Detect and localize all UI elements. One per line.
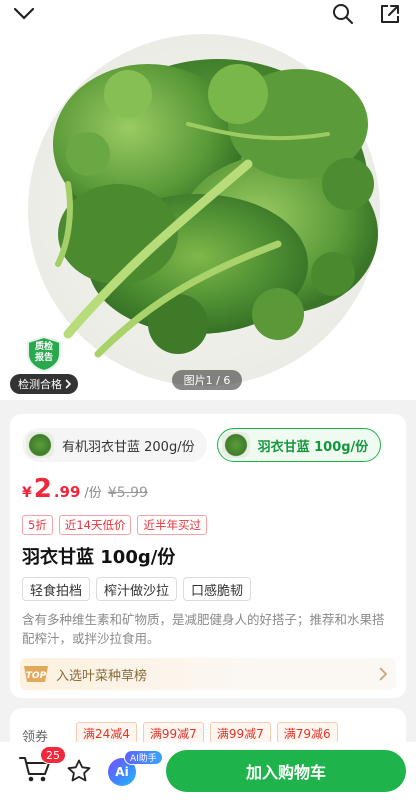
variant-label: 有机羽衣甘蓝 200g/份 [62, 439, 195, 455]
variant-thumbnail [26, 432, 54, 458]
product-description: 含有多种维生素和矿物质，是减肥健身人的好搭子；推荐和水果搭配榨汁，或拌沙拉食用。 [22, 612, 385, 646]
price: ¥ 2 .99 /份 ¥5.99 [22, 474, 148, 504]
promo-tag: 近半年买过 [137, 515, 207, 535]
feature-tags: 轻食拍档 榨汁做沙拉 口感脆韧 [22, 577, 252, 601]
promo-tag: 5折 [22, 515, 53, 535]
top-badge-text: TOP [26, 671, 47, 681]
promo-tags: 5折 近14天低价 近半年买过 [22, 515, 207, 535]
chevron-right-icon [65, 379, 72, 389]
chevron-down-icon [13, 7, 35, 20]
promo-tag: 近14天低价 [58, 515, 132, 535]
ai-assistant-badge: AI助手 [124, 750, 163, 765]
variant-option-organic[interactable]: 有机羽衣甘蓝 200g/份 [22, 428, 207, 462]
product-info-card: 有机羽衣甘蓝 200g/份 羽衣甘蓝 100g/份 ¥ 2 .99 /份 ¥5.… [10, 414, 406, 698]
kale-illustration [53, 59, 378, 358]
share-icon [381, 5, 399, 23]
product-detail-page: 质检 报告 检测合格 图片1 / 6 有机羽衣甘蓝 200g/份 羽衣甘蓝 10… [0, 0, 416, 800]
price-integer: 2 [33, 474, 52, 504]
inspection-report-badge[interactable]: 质检 报告 检测合格 [10, 336, 78, 394]
coupon-list: 满24减4 满99减7 满99减7 满79减6 [76, 722, 338, 744]
product-image [28, 34, 380, 386]
search-button[interactable] [327, 0, 359, 28]
product-image-carousel[interactable]: 质检 报告 检测合格 图片1 / 6 [0, 0, 416, 400]
coupon-item[interactable]: 满24减4 [76, 722, 137, 744]
feature-tag: 轻食拍档 [22, 577, 91, 601]
collapse-button[interactable] [8, 0, 40, 28]
badge-line-2: 报告 [34, 353, 53, 363]
original-price: ¥5.99 [107, 485, 148, 501]
bottom-action-bar: 25 Ai AI助手 加入购物车 [0, 742, 416, 800]
feature-tag: 口感脆韧 [183, 577, 252, 601]
share-button[interactable] [374, 0, 406, 28]
coupon-item[interactable]: 满99减7 [209, 722, 271, 744]
price-currency: ¥ [22, 485, 32, 501]
search-icon [333, 4, 353, 24]
variant-label: 羽衣甘蓝 100g/份 [257, 439, 369, 455]
price-decimal: .99 [53, 483, 81, 501]
shield-icon: 质检 报告 [24, 336, 64, 372]
product-title: 羽衣甘蓝 100g/份 [22, 547, 176, 568]
ranking-banner[interactable]: TOP 入选叶菜种草榜 [20, 658, 396, 690]
variant-selector: 有机羽衣甘蓝 200g/份 羽衣甘蓝 100g/份 [22, 428, 394, 462]
favorite-button[interactable] [66, 758, 92, 788]
cart-count-badge: 25 [40, 746, 66, 764]
add-to-cart-button[interactable]: 加入购物车 [166, 750, 406, 792]
price-unit: /份 [84, 486, 102, 501]
chevron-right-icon [379, 667, 388, 681]
ai-label: Ai [115, 765, 129, 779]
coupon-item[interactable]: 满79减6 [276, 722, 338, 744]
image-page-indicator: 图片1 / 6 [172, 370, 242, 390]
coupon-item[interactable]: 满99减7 [142, 722, 204, 744]
inspection-pass-label: 检测合格 [18, 378, 62, 391]
feature-tag: 榨汁做沙拉 [96, 577, 178, 601]
variant-option-selected[interactable]: 羽衣甘蓝 100g/份 [216, 428, 382, 462]
ranking-text: 入选叶菜种草榜 [56, 668, 148, 684]
badge-line-1: 质检 [34, 342, 53, 352]
star-icon [67, 759, 91, 782]
inspection-pass-pill[interactable]: 检测合格 [10, 374, 78, 394]
top-badge-icon: TOP [20, 658, 52, 690]
variant-thumbnail [221, 432, 250, 458]
